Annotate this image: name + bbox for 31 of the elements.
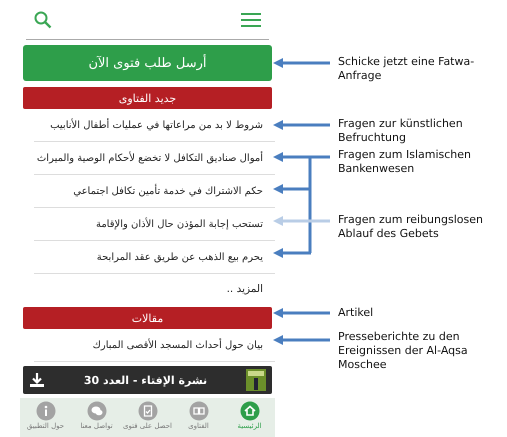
more-link[interactable]: المزيد .. (20, 274, 275, 304)
list-item[interactable]: بيان حول أحداث المسجد الأقصى المبارك (34, 329, 275, 362)
list-item[interactable]: حكم الاشتراك في خدمة تأمين تكافل اجتماعي (34, 175, 275, 208)
annotation-label: Fragen zum Islamischen Bankenwesen (338, 148, 472, 176)
document-icon (138, 401, 158, 421)
magazine-thumbnail-icon (246, 369, 266, 391)
book-icon (188, 401, 208, 421)
arrow (273, 120, 330, 130)
list-item[interactable]: يحرم بيع الذهب عن طريق عقد المرابحة (34, 241, 275, 274)
download-icon[interactable] (29, 372, 45, 388)
info-icon (36, 401, 56, 421)
arrow (273, 58, 330, 68)
arrow (273, 308, 330, 318)
home-icon (240, 401, 260, 421)
section-header: جديد الفتاوى (23, 87, 272, 109)
section-header: مقالات (23, 307, 272, 329)
annotation-label: Presseberichte zu den Ereignissen der Al-Aqsa Moschee (338, 330, 469, 372)
arrow (273, 335, 330, 345)
bulletin-title: نشرة الإفتاء - العدد 30 (84, 374, 208, 386)
annotation-label: Schicke jetzt eine Fatwa-Anfrage (338, 55, 476, 83)
bulletin-bar[interactable]: نشرة الإفتاء - العدد 30 (23, 366, 272, 394)
list-item[interactable]: تستحب إجابة المؤذن حال الأذان والإقامة (34, 208, 275, 241)
search-icon[interactable] (34, 10, 52, 28)
menu-icon[interactable] (241, 12, 261, 28)
annotation-label: Fragen zur künstlichen Befruchtung (338, 117, 464, 145)
arrow (273, 216, 330, 226)
chat-icon (86, 401, 106, 421)
list-item[interactable]: شروط لا بد من مراعاتها في عمليات أطفال الأنابيب (34, 109, 275, 142)
annotation-label: Fragen zum reibungslosen Ablauf des Gebets (338, 213, 484, 241)
annotation-label: Artikel (338, 306, 374, 320)
list-item[interactable]: أموال صناديق التكافل لا تخضع لأحكام الوصية والميراث (34, 142, 275, 175)
